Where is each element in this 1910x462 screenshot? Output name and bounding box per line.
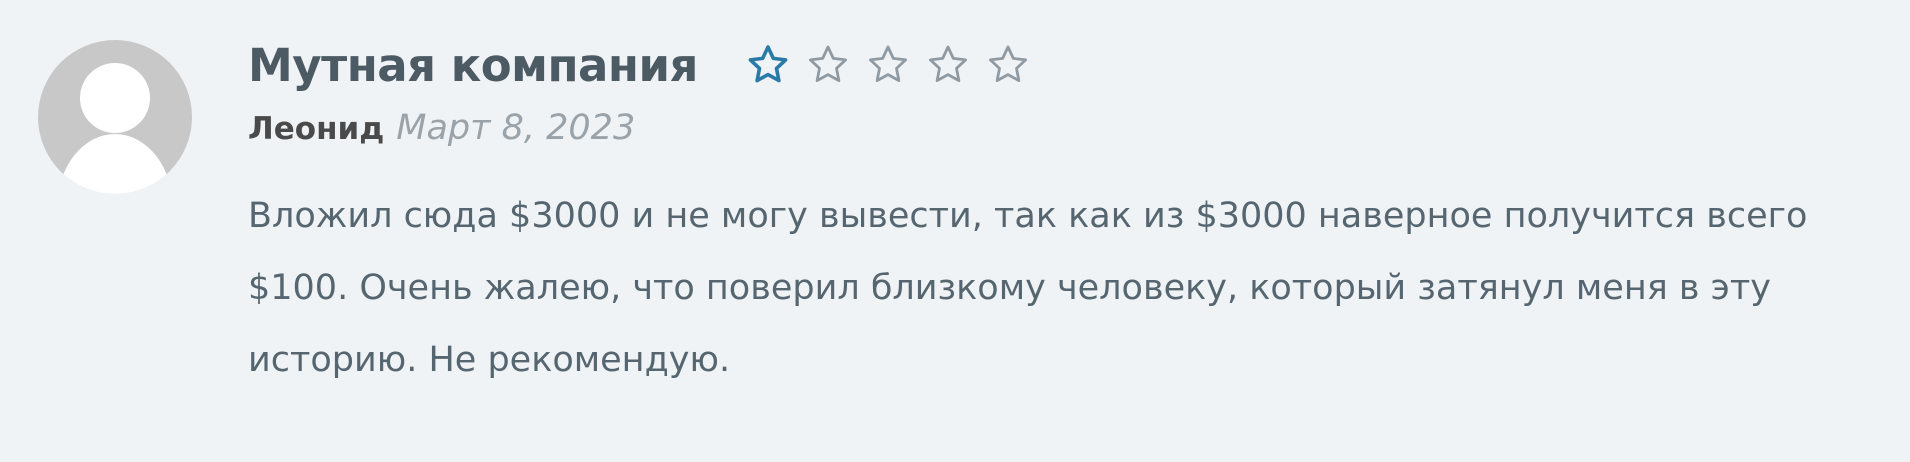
star-outline-icon [748,45,788,83]
review-title: Мутная компания [248,38,698,92]
review-content: Мутная компания Леонид Март 8, 2023 Влож… [248,36,1888,396]
avatar [38,40,192,194]
review-body-line: историю. Не рекомендую. [248,340,731,380]
review-body: Вложил сюда $3000 и не могу вывести, так… [248,180,1888,396]
review-author: Леонид [248,111,385,147]
review-body-line: Вложил сюда $3000 и не могу вывести, так… [248,196,1808,236]
review-meta: Леонид Март 8, 2023 [248,108,1888,152]
rating-stars [746,43,1030,87]
star-outline-icon [988,45,1027,82]
review-header: Мутная компания [248,36,1888,94]
star-outline-icon [928,45,967,82]
review-card: Мутная компания Леонид Март 8, 2023 Влож… [0,0,1910,462]
user-placeholder-icon [58,63,172,194]
star-outline-icon [868,45,907,82]
review-body-line: $100. Очень жалею, что поверил близкому … [248,268,1771,308]
review-date: Март 8, 2023 [396,108,636,148]
star-outline-icon [808,45,847,82]
